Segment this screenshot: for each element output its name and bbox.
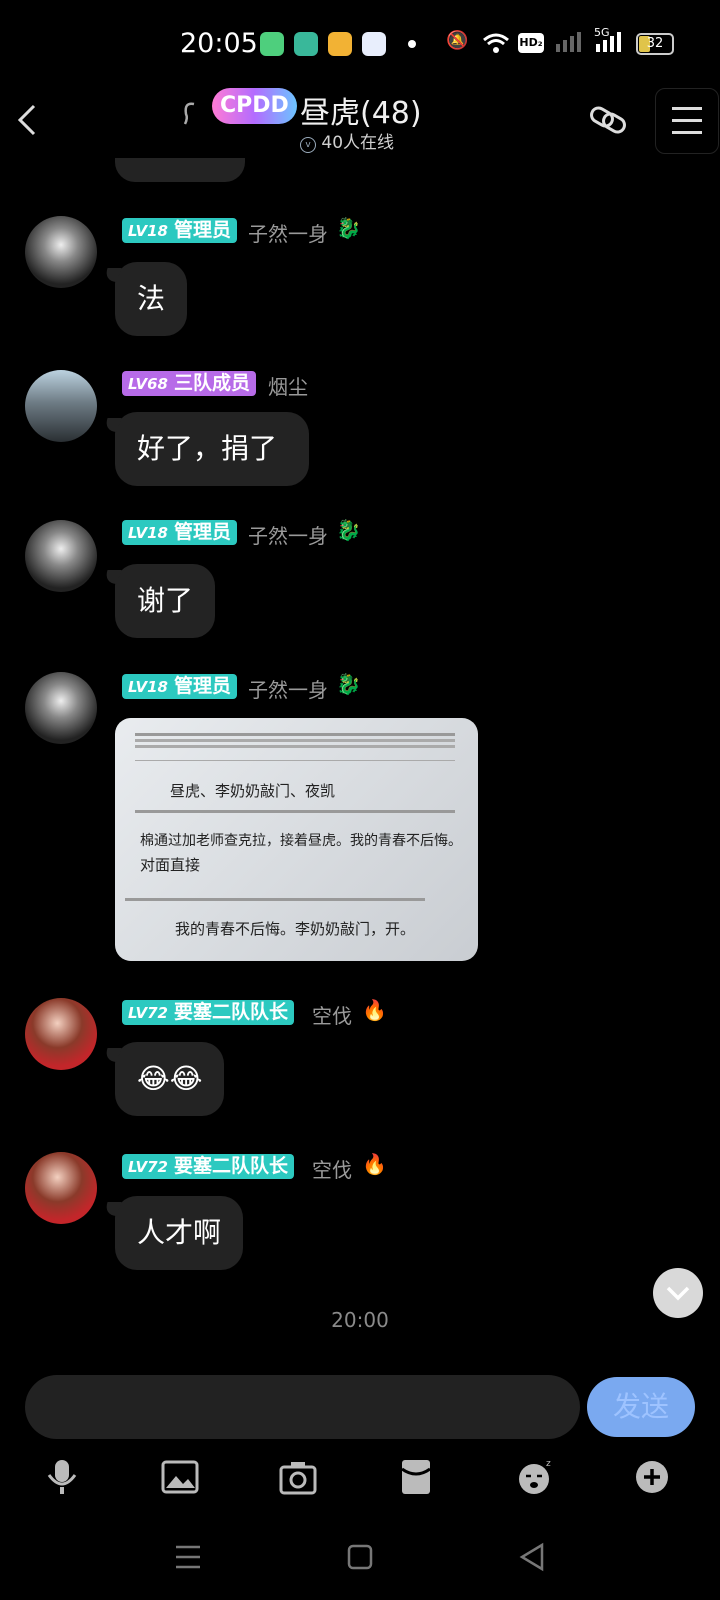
signal-icon (596, 30, 622, 56)
message-bubble[interactable] (115, 158, 245, 182)
avatar[interactable] (25, 998, 97, 1070)
message-input[interactable] (25, 1375, 580, 1439)
level-badge: LV18 管理员 (122, 218, 237, 243)
handwriting-line: 棉通过加老师查克拉，接着昼虎。我的青春不后悔。 (140, 833, 462, 849)
sender-name[interactable]: 子然一身 (248, 674, 328, 703)
app-notification-icon (294, 32, 318, 56)
send-button[interactable]: 发送 (587, 1377, 695, 1437)
avatar[interactable] (25, 216, 97, 288)
avatar[interactable] (25, 370, 97, 442)
notification-dot-icon (408, 40, 416, 48)
fire-icon: 🔥 (362, 998, 387, 1022)
message-bubble[interactable]: 谢了 (115, 564, 216, 638)
level-badge: LV18 管理员 (122, 520, 237, 545)
avatar[interactable] (25, 520, 97, 592)
sender-name[interactable]: 烟尘 (268, 371, 308, 400)
hd-icon: HD₂ (518, 33, 544, 53)
message-bubble[interactable]: 人才啊 (115, 1196, 244, 1270)
signal-icon (556, 30, 582, 56)
nav-recents-button[interactable] (168, 1537, 208, 1577)
level-badge: LV68 三队成员 (122, 371, 256, 396)
hamburger-icon (672, 107, 702, 134)
app-notification-icon (328, 32, 352, 56)
camera-icon[interactable] (278, 1457, 318, 1497)
app-notification-icon (362, 32, 386, 56)
avatar[interactable] (25, 672, 97, 744)
dragon-icon: 🐉 (336, 672, 361, 696)
share-link-icon[interactable] (587, 102, 629, 138)
nav-back-button[interactable] (512, 1537, 552, 1577)
printed-line (125, 898, 425, 901)
app-notification-icon (260, 32, 284, 56)
sender-name[interactable]: 空伐 (312, 1000, 352, 1029)
level-badge: LV72 要塞二队队长 (122, 1000, 294, 1025)
sender-name[interactable]: 空伐 (312, 1154, 352, 1183)
level-badge: LV72 要塞二队队长 (122, 1154, 294, 1179)
back-button[interactable] (10, 102, 46, 138)
chevron-down-icon: v (300, 137, 316, 153)
microphone-icon[interactable] (42, 1457, 82, 1497)
nav-home-button[interactable] (340, 1537, 380, 1577)
worksheet-image[interactable]: 昼虎、李奶奶敲门、夜凯 棉通过加老师查克拉，接着昼虎。我的青春不后悔。 对面直接… (115, 718, 478, 961)
message-bubble[interactable]: 😂😂 (115, 1042, 225, 1116)
plus-icon[interactable] (632, 1457, 672, 1497)
handwriting-line: 对面直接 (140, 856, 201, 874)
group-title[interactable]: 昼虎(48) (300, 88, 460, 132)
worksheet-header (135, 730, 455, 761)
battery-icon: 32 (636, 33, 674, 55)
handwriting-line: 我的青春不后悔。李奶奶敲门，开。 (175, 920, 416, 938)
avatar[interactable] (25, 1152, 97, 1224)
online-count-label: 40人在线 (321, 133, 395, 153)
status-time: 20:05 (180, 28, 258, 59)
sender-name[interactable]: 子然一身 (248, 520, 328, 549)
group-logo: CPDD (212, 88, 297, 124)
image-icon[interactable] (160, 1457, 200, 1497)
fire-icon: 🔥 (362, 1152, 387, 1176)
dragon-icon: 🐉 (336, 518, 361, 542)
printed-line (135, 810, 455, 813)
level-badge: LV18 管理员 (122, 674, 237, 699)
wifi-icon (482, 32, 510, 58)
timestamp: 20:00 (331, 1308, 389, 1332)
red-packet-icon[interactable] (396, 1457, 436, 1497)
mute-bell-icon: 🔕 (446, 30, 469, 51)
menu-button[interactable] (655, 88, 719, 154)
ear-icon (180, 98, 200, 132)
message-bubble[interactable]: 法 (115, 262, 188, 336)
message-bubble[interactable]: 好了，捐了 (115, 412, 309, 486)
sender-name[interactable]: 子然一身 (248, 218, 328, 247)
handwriting-line: 昼虎、李奶奶敲门、夜凯 (170, 782, 336, 800)
online-count: v 40人在线 (300, 128, 394, 153)
dragon-icon: 🐉 (336, 216, 361, 240)
svg-text:z: z (546, 1459, 551, 1469)
status-bar: 20:05 🔕 HD₂ 5G 32 (0, 0, 720, 90)
battery-level: 32 (646, 36, 664, 51)
emoji-icon[interactable]: z (514, 1457, 554, 1497)
